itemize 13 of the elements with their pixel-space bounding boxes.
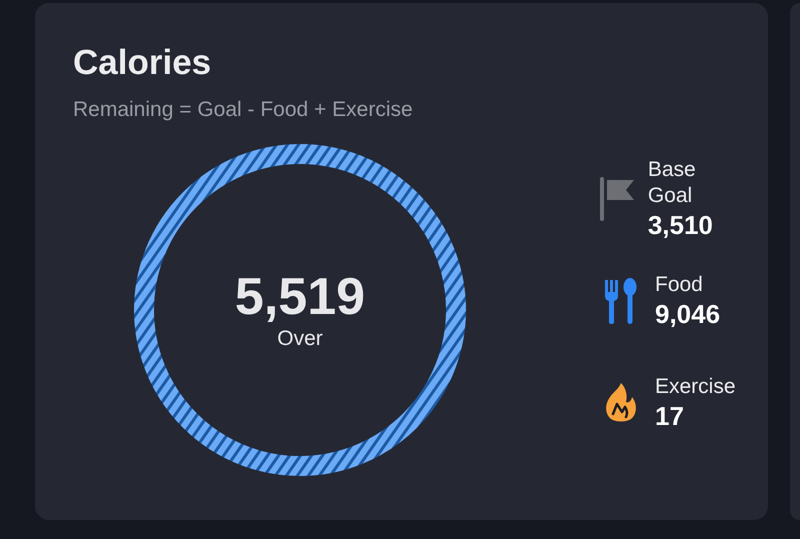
card-title: Calories: [73, 43, 212, 83]
fork-spoon-icon: [604, 278, 638, 324]
formula-text: Remaining = Goal - Food + Exercise: [73, 97, 414, 123]
flag-icon: [599, 177, 636, 221]
stat-label: Food: [655, 272, 704, 298]
stat-label: Exercise: [655, 374, 736, 400]
stat-value: 17: [655, 400, 685, 432]
stat-value: 3,510: [648, 209, 714, 241]
calories-caption: Over: [277, 327, 323, 351]
stat-label: Base Goal: [648, 157, 697, 209]
calories-value: 5,519: [234, 269, 366, 325]
stat-value: 9,046: [655, 298, 720, 330]
flame-icon: [604, 382, 638, 424]
